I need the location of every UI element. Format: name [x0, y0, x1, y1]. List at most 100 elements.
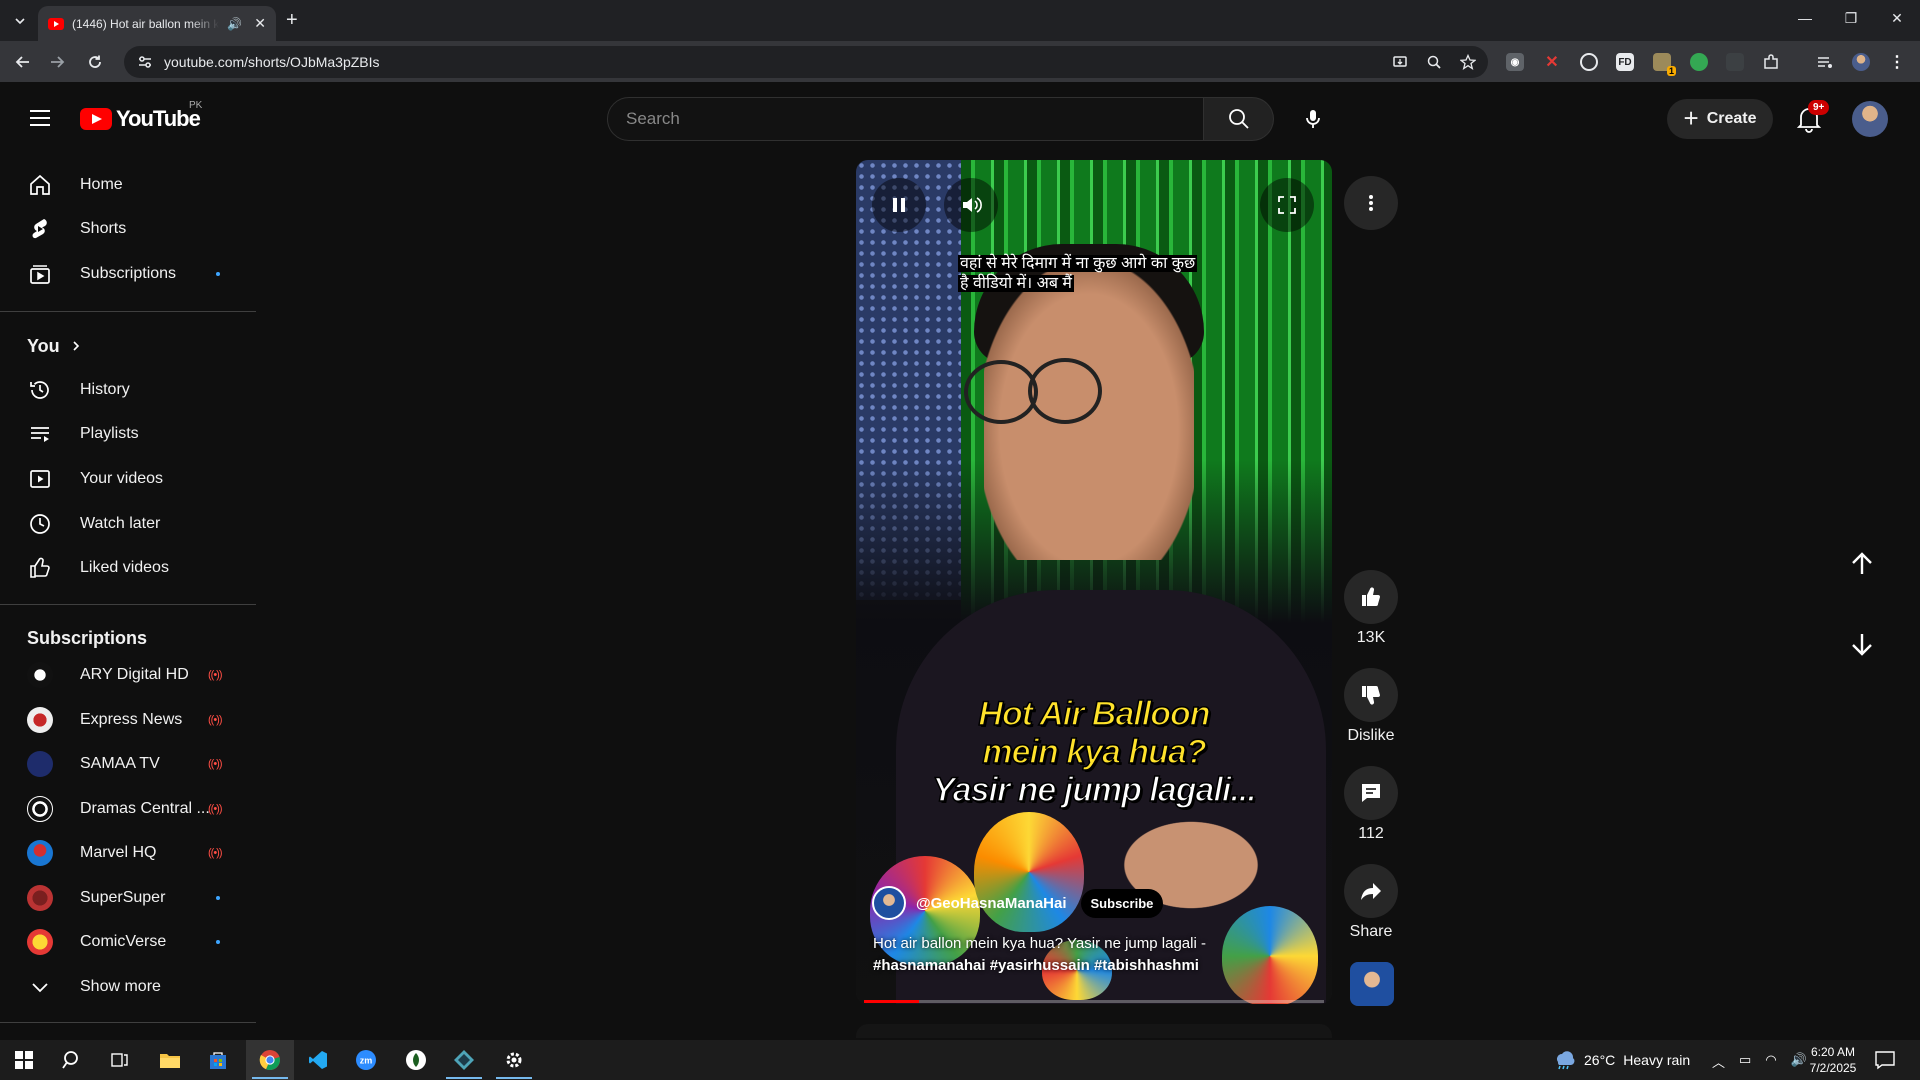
subscribe-button[interactable]: Subscribe	[1080, 888, 1164, 918]
search-box[interactable]	[607, 97, 1204, 141]
sidebar-item-home[interactable]: Home	[12, 165, 244, 205]
zoom-taskbar-button[interactable]: zm	[342, 1040, 390, 1080]
search-input[interactable]	[626, 109, 1203, 129]
fullscreen-button[interactable]	[1260, 178, 1314, 232]
channel-avatar	[27, 707, 53, 733]
sidebar-you-heading[interactable]: You	[12, 326, 244, 366]
voice-search-button[interactable]	[1293, 99, 1333, 139]
create-button[interactable]: + Create	[1667, 99, 1773, 139]
battery-icon[interactable]: ▭	[1739, 1052, 1751, 1071]
sidebar-item-label: Home	[80, 176, 123, 193]
show-more-button[interactable]: Show more	[12, 967, 244, 1007]
sidebar-item-your-videos[interactable]: Your videos	[12, 459, 244, 499]
sidebar-channel-comicverse[interactable]: ComicVerse	[12, 922, 244, 962]
sidebar-item-shorts[interactable]: Shorts	[12, 209, 244, 249]
share-button[interactable]	[1344, 864, 1398, 918]
settings-taskbar-button[interactable]	[490, 1040, 538, 1080]
comments-button[interactable]	[1344, 766, 1398, 820]
sidebar-channel-samaa-tv[interactable]: SAMAA TV ((•))	[12, 744, 244, 784]
live-indicator-icon: ((•))	[208, 714, 222, 726]
install-app-icon[interactable]	[1392, 54, 1408, 70]
app-taskbar-button[interactable]	[392, 1040, 440, 1080]
search-button[interactable]	[1204, 97, 1274, 141]
tab-audio-icon[interactable]: 🔊	[227, 17, 242, 31]
window-close-icon[interactable]: ✕	[1874, 10, 1920, 27]
arrow-up-icon	[1852, 552, 1872, 574]
speaker-icon[interactable]: 🔊	[1791, 1052, 1807, 1071]
playlists-icon	[31, 427, 49, 442]
sidebar-item-subscriptions[interactable]: Subscriptions	[12, 254, 244, 294]
you-heading: You	[27, 335, 60, 356]
vscode-taskbar-button[interactable]	[294, 1040, 342, 1080]
tab-search-button[interactable]	[8, 10, 32, 32]
media-control-icon[interactable]	[1816, 53, 1834, 71]
shorts-video-player[interactable]: वहां से मेरे दिमाग में ना कुछ आगे का कुछ…	[856, 160, 1332, 1004]
sidebar-channel-ary-digital-hd[interactable]: ARY Digital HD ((•))	[12, 655, 244, 695]
sidebar-item-playlists[interactable]: Playlists	[12, 414, 244, 454]
reload-button[interactable]	[82, 49, 108, 75]
weather-widget[interactable]: 26°C Heavy rain	[1552, 1050, 1690, 1070]
dev-app-taskbar-button[interactable]	[440, 1040, 488, 1080]
task-view-button[interactable]	[96, 1040, 144, 1080]
tab-close-icon[interactable]: ✕	[254, 15, 266, 32]
channel-handle[interactable]: @GeoHasnaManaHai	[916, 895, 1067, 912]
like-button[interactable]	[1344, 570, 1398, 624]
caption-line: वहां से मेरे दिमाग में ना कुछ आगे का कुछ	[958, 255, 1198, 272]
arrow-left-icon	[15, 56, 29, 68]
pause-button[interactable]	[872, 178, 926, 232]
channel-name: SuperSuper	[80, 889, 166, 906]
sidebar-channel-supersuper[interactable]: SuperSuper	[12, 878, 244, 918]
taskbar-clock[interactable]: 6:20 AM 7/2/2025	[1806, 1044, 1860, 1076]
dislike-button[interactable]	[1344, 668, 1398, 722]
browser-menu-icon[interactable]: ⋮	[1888, 53, 1906, 71]
tray-chevron-up-icon[interactable]: ︿	[1712, 1052, 1725, 1071]
new-tab-button[interactable]: +	[286, 9, 298, 32]
file-explorer-button[interactable]	[146, 1040, 194, 1080]
hamburger-menu-icon[interactable]	[28, 108, 52, 128]
network-icon[interactable]: ◠	[1765, 1052, 1776, 1071]
volume-button[interactable]	[944, 178, 998, 232]
forward-button[interactable]	[44, 49, 70, 75]
channel-row: @GeoHasnaManaHai Subscribe	[872, 886, 1164, 920]
pause-icon	[893, 198, 905, 212]
extension-grey-icon[interactable]	[1726, 53, 1744, 71]
sound-thumbnail[interactable]	[1350, 962, 1394, 1006]
extension-badge-icon[interactable]: 1	[1653, 53, 1676, 76]
account-avatar[interactable]	[1852, 101, 1888, 137]
sidebar-item-history[interactable]: History	[12, 370, 244, 410]
bookmark-star-icon[interactable]	[1460, 54, 1476, 70]
video-progress-bar[interactable]	[864, 1000, 1324, 1003]
start-button[interactable]	[0, 1040, 48, 1080]
microsoft-store-button[interactable]	[194, 1040, 242, 1080]
sidebar-item-watch-later[interactable]: Watch later	[12, 504, 244, 544]
chrome-taskbar-button[interactable]	[246, 1040, 294, 1080]
hashtags[interactable]: #hasnamanahai #yasirhussain #tabishhashm…	[873, 957, 1199, 974]
extensions-puzzle-icon[interactable]	[1762, 53, 1780, 71]
zoom-icon[interactable]	[1426, 54, 1442, 70]
sidebar-channel-marvel-hq[interactable]: Marvel HQ ((•))	[12, 833, 244, 873]
notification-center-icon[interactable]	[1874, 1050, 1896, 1070]
channel-avatar[interactable]	[872, 886, 906, 920]
site-info-icon[interactable]	[138, 55, 152, 69]
extension-close-icon[interactable]: ✕	[1543, 53, 1561, 71]
profile-avatar[interactable]	[1852, 53, 1870, 71]
video-description[interactable]: Hot air ballon mein kya hua? Yasir ne ju…	[873, 933, 1233, 977]
extension-fd-icon[interactable]: FD	[1616, 53, 1634, 71]
sidebar-channel-express-news[interactable]: Express News ((•))	[12, 700, 244, 740]
back-button[interactable]	[10, 49, 36, 75]
youtube-logo[interactable]: YouTube	[80, 106, 201, 132]
taskbar-search-button[interactable]	[48, 1040, 96, 1080]
minimize-icon[interactable]: —	[1782, 10, 1828, 26]
previous-short-button[interactable]	[1840, 542, 1884, 586]
more-options-button[interactable]	[1344, 176, 1398, 230]
extension-globe-icon[interactable]	[1580, 53, 1598, 71]
sidebar-item-liked-videos[interactable]: Liked videos	[12, 548, 244, 588]
browser-tab-active[interactable]: (1446) Hot air ballon mein kya hua? Yasi…	[38, 6, 276, 41]
restore-icon[interactable]: ❐	[1828, 10, 1874, 27]
extension-green-icon[interactable]	[1690, 53, 1708, 71]
new-content-dot	[216, 940, 220, 944]
address-bar[interactable]: youtube.com/shorts/OJbMa3pZBIs	[124, 46, 1488, 78]
sidebar-channel-dramas-central[interactable]: Dramas Central ... ((•))	[12, 789, 244, 829]
next-short-button[interactable]	[1840, 622, 1884, 666]
extension-glasses-icon[interactable]: ◉	[1506, 53, 1524, 71]
